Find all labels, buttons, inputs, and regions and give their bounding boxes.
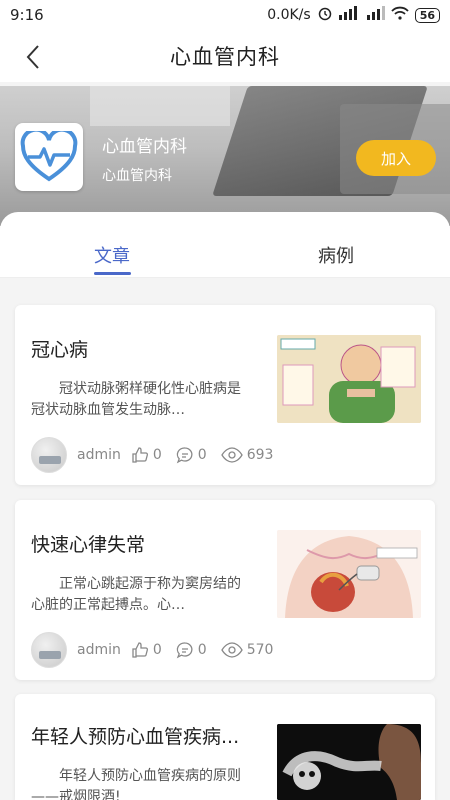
article-excerpt: 年轻人预防心血管疾病的原则——戒烟限酒! xyxy=(31,768,241,800)
tab-bar: 文章 病例 xyxy=(0,212,450,278)
top-app-bar: 心血管内科 xyxy=(0,30,450,82)
article-thumbnail xyxy=(277,724,421,800)
article-card[interactable]: 冠心病 冠状动脉粥样硬化性心脏病是冠状动脉血管发生动脉… admin 0 0 6… xyxy=(15,305,435,485)
status-time: 9:16 xyxy=(10,6,44,24)
article-meta: admin 0 0 693 xyxy=(31,437,273,473)
back-button[interactable] xyxy=(18,42,48,72)
article-card[interactable]: 年轻人预防心血管疾病... 年轻人预防心血管疾病的原则——戒烟限酒! xyxy=(15,694,435,800)
article-card[interactable]: 快速心律失常 正常心跳起源于称为窦房结的心脏的正常起搏点。心… admin 0 … xyxy=(15,500,435,680)
view-count: 570 xyxy=(246,642,274,658)
eye-icon xyxy=(220,641,243,659)
battery-indicator: 56 xyxy=(414,7,440,23)
heart-pulse-icon xyxy=(20,131,78,182)
wifi-icon xyxy=(391,6,409,24)
department-name: 心血管内科 xyxy=(102,137,187,157)
article-excerpt: 冠状动脉粥样硬化性心脏病是冠状动脉血管发生动脉… xyxy=(31,381,241,418)
signal-hd-icon xyxy=(338,6,361,24)
comment-icon[interactable] xyxy=(176,641,194,659)
like-count: 0 xyxy=(152,642,162,658)
department-subtitle: 心血管内科 xyxy=(102,168,172,184)
like-count: 0 xyxy=(152,447,162,463)
status-bar: 9:16 0.0K/s 56 xyxy=(0,0,450,30)
department-logo xyxy=(15,123,83,191)
article-thumbnail xyxy=(277,530,421,618)
network-speed: 0.0K/s xyxy=(267,7,311,23)
article-title: 冠心病 xyxy=(31,339,89,361)
tab-articles[interactable]: 文章 xyxy=(94,242,130,268)
article-title: 快速心律失常 xyxy=(31,534,146,556)
chevron-left-icon xyxy=(26,45,39,69)
eye-icon xyxy=(220,446,243,464)
comment-icon[interactable] xyxy=(176,446,194,464)
alarm-icon xyxy=(317,5,333,25)
view-count: 693 xyxy=(246,447,274,463)
article-thumbnail xyxy=(277,335,421,423)
tab-cases[interactable]: 病例 xyxy=(318,242,354,268)
page-title: 心血管内科 xyxy=(170,45,280,69)
join-button[interactable]: 加入 xyxy=(356,140,436,176)
article-author: admin xyxy=(77,642,121,658)
thumbs-up-icon[interactable] xyxy=(131,446,149,464)
article-meta: admin 0 0 570 xyxy=(31,632,273,668)
signal-icon xyxy=(366,6,385,24)
article-title: 年轻人预防心血管疾病... xyxy=(31,726,240,748)
comment-count: 0 xyxy=(197,447,207,463)
avatar xyxy=(31,437,67,473)
thumbs-up-icon[interactable] xyxy=(131,641,149,659)
avatar xyxy=(31,632,67,668)
article-author: admin xyxy=(77,447,121,463)
article-excerpt: 正常心跳起源于称为窦房结的心脏的正常起搏点。心… xyxy=(31,576,241,613)
active-tab-indicator xyxy=(94,272,131,275)
comment-count: 0 xyxy=(197,642,207,658)
